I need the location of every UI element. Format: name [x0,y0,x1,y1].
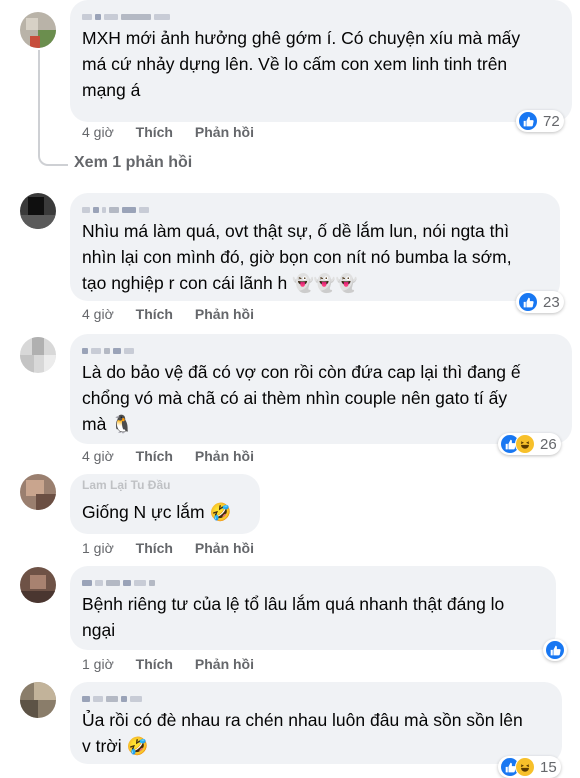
comment-actions: 4 giờ Thích Phản hồi [82,306,272,322]
like-button[interactable]: Thích [136,656,173,672]
reaction-summary[interactable]: 15 [498,756,561,778]
comment-actions: 4 giờ Thích Phản hồi [82,448,272,464]
haha-icon [515,757,535,777]
reaction-count: 72 [543,112,560,130]
reaction-count: 15 [540,758,557,776]
view-replies-link[interactable]: Xem 1 phản hồi [74,154,192,172]
like-button[interactable]: Thích [136,124,173,140]
like-button[interactable]: Thích [136,540,173,556]
like-button[interactable]: Thích [136,448,173,464]
like-icon [518,292,538,312]
author-name[interactable] [82,690,550,704]
comment-text: Ủa rồi có đè nhau ra chén nhau luôn đâu … [82,710,523,756]
comment-time[interactable]: 1 giờ [82,540,114,556]
reaction-count: 26 [540,435,557,453]
author-name[interactable] [82,8,560,22]
comment-time[interactable]: 4 giờ [82,124,114,140]
comment-time[interactable]: 1 giờ [82,656,114,672]
comment-bubble: Bệnh riêng tư của lệ tổ lâu lắm quá nhan… [70,566,556,650]
like-button[interactable]: Thích [136,306,173,322]
comment-time[interactable]: 4 giờ [82,448,114,464]
reaction-summary[interactable]: 26 [498,433,561,455]
comment-text: MXH mới ảnh hưởng ghê gớm í. Có chuyện x… [82,28,521,100]
comment-bubble: MXH mới ảnh hưởng ghê gớm í. Có chuyện x… [70,0,572,122]
author-name-blurred: Lam Lại Tu Đầu [82,478,171,492]
comment-bubble: Ủa rồi có đè nhau ra chén nhau luôn đâu … [70,682,562,764]
reply-button[interactable]: Phản hồi [195,124,254,140]
reply-button[interactable]: Phản hồi [195,306,254,322]
avatar[interactable] [20,682,56,718]
comment-text: Nhìu má làm quá, ovt thật sự, ố dề lắm l… [82,221,512,293]
author-name[interactable] [82,342,560,356]
reaction-count: 23 [543,293,560,311]
comment-text: Giống N ực lắm 🤣 [82,502,232,522]
reaction-summary[interactable]: 72 [516,110,564,132]
comment-text: Bệnh riêng tư của lệ tổ lâu lắm quá nhan… [82,594,505,640]
reply-button[interactable]: Phản hồi [195,656,254,672]
avatar[interactable] [20,337,56,373]
comment-bubble: Lam Lại Tu Đầu Giống N ực lắm 🤣 [70,474,260,534]
reaction-summary[interactable] [543,639,567,661]
comment-actions: 4 giờ Thích Phản hồi [82,124,272,140]
author-name[interactable] [82,201,548,215]
avatar[interactable] [20,567,56,603]
comment-text: Là do bảo vệ đã có vợ con rồi còn đứa ca… [82,362,521,434]
comment-actions: 1 giờ Thích Phản hồi [82,540,272,556]
reply-button[interactable]: Phản hồi [195,448,254,464]
author-name[interactable]: Lam Lại Tu Đầu [82,478,248,496]
comment-actions: 1 giờ Thích Phản hồi [82,656,272,672]
comment-time[interactable]: 4 giờ [82,306,114,322]
reaction-summary[interactable]: 23 [516,291,564,313]
avatar[interactable] [20,474,56,510]
reply-button[interactable]: Phản hồi [195,540,254,556]
comment-bubble: Nhìu má làm quá, ovt thật sự, ố dề lắm l… [70,193,560,301]
like-icon [518,111,538,131]
author-name[interactable] [82,574,544,588]
avatar[interactable] [20,193,56,229]
avatar[interactable] [20,12,56,48]
thread-line [38,50,68,166]
haha-icon [515,434,535,454]
like-icon [545,640,565,660]
comment-bubble: Là do bảo vệ đã có vợ con rồi còn đứa ca… [70,334,572,444]
